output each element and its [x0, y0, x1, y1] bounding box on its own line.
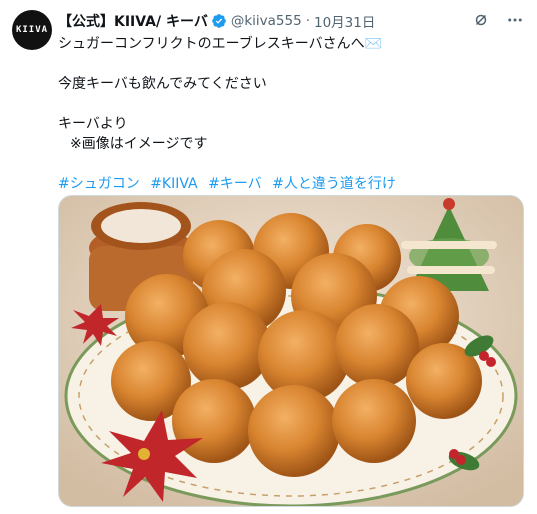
post-line-2: 今度キーバも飲んでみてください	[58, 76, 267, 92]
post-date[interactable]: 10月31日	[314, 11, 375, 31]
hashtags: #シュガコン #KIIVA #キーバ #人と違う道を行け	[58, 174, 518, 194]
author-handle[interactable]: @kiiva555	[231, 13, 302, 29]
post-line-1: シュガーコンフリクトのエーブレスキーバさんへ✉️	[58, 36, 383, 52]
post-image[interactable]	[58, 195, 524, 507]
avatar[interactable]: KIIVA	[12, 10, 52, 50]
post-line-4: ※画像はイメージです	[70, 136, 208, 152]
hashtag-2[interactable]: #KIIVA	[150, 176, 197, 192]
separator-dot: ·	[305, 13, 310, 29]
hashtag-4[interactable]: #人と違う道を行け	[272, 176, 396, 192]
more-options-icon[interactable]	[505, 10, 525, 30]
author-name[interactable]: 【公式】KIIVA/ キーバ	[58, 11, 208, 31]
verified-badge-icon	[211, 13, 227, 29]
avatar-logo: KIIVA	[15, 24, 49, 35]
post-actions-top	[471, 10, 525, 30]
post-line-3: キーバより	[58, 116, 128, 132]
hashtag-3[interactable]: #キーバ	[208, 176, 262, 192]
hashtag-1[interactable]: #シュガコン	[58, 176, 140, 192]
post-text: シュガーコンフリクトのエーブレスキーバさんへ✉️ 今度キーバも飲んでみてください…	[58, 34, 518, 194]
grok-icon[interactable]	[471, 10, 491, 30]
post-image-illustration	[59, 196, 523, 506]
post-header: 【公式】KIIVA/ キーバ @kiiva555 · 10月31日	[58, 11, 527, 31]
